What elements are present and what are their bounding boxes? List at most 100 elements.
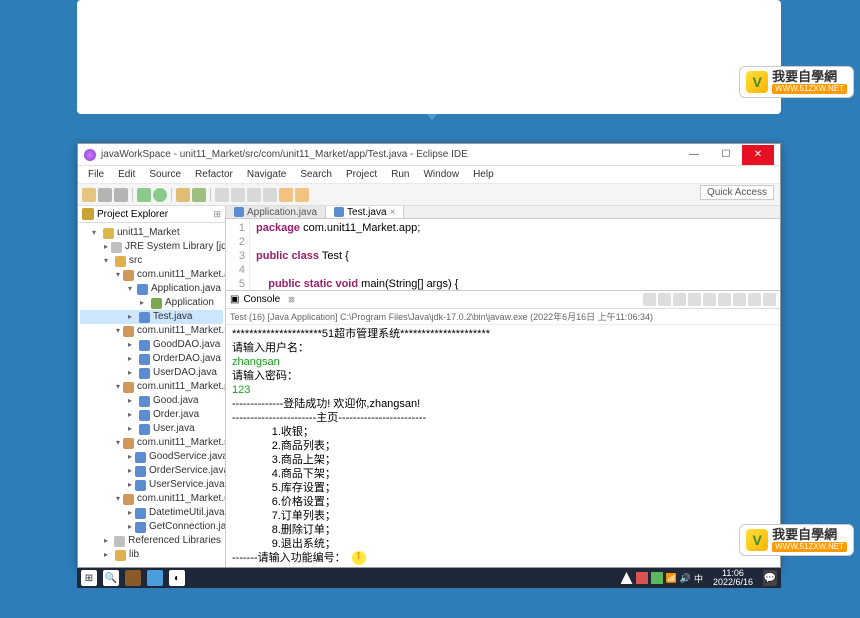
explorer-title: Project Explorer	[97, 209, 168, 220]
watermark-badge: V 我要自學網 WWW.51ZXW.NET	[739, 524, 854, 556]
tree-item[interactable]: ▾com.unit11_Market.util	[80, 492, 223, 506]
tab-application[interactable]: Application.java	[226, 206, 326, 218]
watermark-badge: V 我要自學網 WWW.51ZXW.NET	[739, 66, 854, 98]
taskbar-clock[interactable]: 11:06 2022/6/16	[709, 569, 757, 587]
tree-item[interactable]: ▾unit11_Market	[80, 226, 223, 240]
watermark-icon: V	[746, 529, 768, 551]
volume-icon[interactable]: 🔊	[680, 573, 691, 584]
menu-project[interactable]: Project	[340, 168, 383, 181]
window-title: javaWorkSpace - unit11_Market/src/com/un…	[101, 149, 678, 160]
remove-launch-icon[interactable]	[658, 293, 671, 306]
tree-item[interactable]: ▾src	[80, 254, 223, 268]
ime-icon[interactable]: 中	[694, 572, 703, 585]
open-console-icon[interactable]	[733, 293, 746, 306]
toolbar-icon[interactable]	[215, 188, 229, 202]
minimize-button[interactable]	[678, 145, 710, 165]
tree-item[interactable]: ▸GetConnection.java	[80, 520, 223, 534]
code-editor[interactable]: 12345 package com.unit11_Market.app; pub…	[226, 219, 780, 291]
save-all-icon[interactable]	[114, 188, 128, 202]
terminate-icon[interactable]	[643, 293, 656, 306]
tree-item[interactable]: ▾Application.java	[80, 282, 223, 296]
eclipse-window: javaWorkSpace - unit11_Market/src/com/un…	[77, 143, 781, 568]
wifi-icon[interactable]: 📶	[666, 573, 677, 584]
tree-item[interactable]: ▸GoodService.java	[80, 450, 223, 464]
console-output[interactable]: *********************51超市管理系统***********…	[226, 325, 780, 567]
tree-item[interactable]: ▸User.java	[80, 422, 223, 436]
toolbar-icon[interactable]	[247, 188, 261, 202]
console-run-info: Test (16) [Java Application] C:\Program …	[226, 309, 780, 325]
new-icon[interactable]	[82, 188, 96, 202]
close-button[interactable]	[742, 145, 774, 165]
menu-run[interactable]: Run	[385, 168, 415, 181]
console-view: ▣ Console ⊠ Test (16) [J	[226, 291, 780, 567]
quick-access[interactable]: Quick Access	[700, 185, 774, 200]
display-selected-icon[interactable]	[718, 293, 731, 306]
titlebar[interactable]: javaWorkSpace - unit11_Market/src/com/un…	[78, 144, 780, 166]
menu-search[interactable]: Search	[294, 168, 338, 181]
tree-item[interactable]: ▾com.unit11_Market.pojo	[80, 380, 223, 394]
close-tab-icon[interactable]: ×	[390, 207, 396, 218]
text-cursor-icon	[352, 551, 366, 565]
menu-edit[interactable]: Edit	[112, 168, 141, 181]
menu-help[interactable]: Help	[467, 168, 500, 181]
menu-refactor[interactable]: Refactor	[189, 168, 239, 181]
debug-icon[interactable]	[137, 188, 151, 202]
min-icon[interactable]	[748, 293, 761, 306]
back-icon[interactable]	[279, 188, 293, 202]
tree-item[interactable]: ▸Order.java	[80, 408, 223, 422]
tree-item[interactable]: ▾com.unit11_Market.app	[80, 268, 223, 282]
tree-item[interactable]: ▸Good.java	[80, 394, 223, 408]
menu-window[interactable]: Window	[417, 168, 465, 181]
tree-item[interactable]: ▸Application	[80, 296, 223, 310]
task-app-icon[interactable]	[125, 570, 141, 586]
console-title: Console	[243, 294, 280, 305]
start-button[interactable]: ⊞	[81, 570, 97, 586]
new-package-icon[interactable]	[176, 188, 190, 202]
tray-expand-icon[interactable]	[621, 572, 633, 584]
tree-item[interactable]: ▸DatetimeUtil.java	[80, 506, 223, 520]
tree-item[interactable]: ▸Test.java	[80, 310, 223, 324]
tree-item[interactable]: ▸GoodDAO.java	[80, 338, 223, 352]
watermark-icon: V	[746, 71, 768, 93]
eclipse-icon	[84, 149, 96, 161]
watermark-text: 我要自學網	[772, 70, 847, 83]
toolbar-icon[interactable]	[263, 188, 277, 202]
save-icon[interactable]	[98, 188, 112, 202]
view-tabs-icon[interactable]: ⊞	[213, 209, 221, 220]
view-close-icon[interactable]: ⊠	[288, 295, 295, 304]
browser-icon[interactable]	[147, 570, 163, 586]
tree-item[interactable]: ▸lib	[80, 548, 223, 562]
tree-item[interactable]: ▸UserService.java	[80, 478, 223, 492]
max-icon[interactable]	[763, 293, 776, 306]
new-class-icon[interactable]	[192, 188, 206, 202]
toolbar-icon[interactable]	[231, 188, 245, 202]
remove-all-icon[interactable]	[673, 293, 686, 306]
menu-file[interactable]: File	[82, 168, 110, 181]
maximize-button[interactable]	[710, 145, 742, 165]
tree-item[interactable]: ▸Referenced Libraries	[80, 534, 223, 548]
notification-icon[interactable]: 💬	[763, 570, 777, 586]
forward-icon[interactable]	[295, 188, 309, 202]
tree-item[interactable]: ▾com.unit11_Market.service	[80, 436, 223, 450]
code-body[interactable]: package com.unit11_Market.app; public cl…	[250, 219, 780, 290]
scroll-lock-icon[interactable]	[688, 293, 701, 306]
system-tray[interactable]: 📶 🔊 中	[621, 572, 703, 585]
java-file-icon	[234, 207, 244, 217]
tab-test[interactable]: Test.java ×	[326, 206, 404, 218]
tree-item[interactable]: ▸OrderDAO.java	[80, 352, 223, 366]
tray-icon[interactable]	[636, 572, 648, 584]
explorer-icon	[82, 208, 94, 220]
app-icon[interactable]: ◐	[169, 570, 185, 586]
tree-item[interactable]: ▸UserDAO.java	[80, 366, 223, 380]
tree-item[interactable]: ▾com.unit11_Market.DAO	[80, 324, 223, 338]
project-tree[interactable]: ▾unit11_Market▸JRE System Library [jdk-1…	[78, 223, 225, 567]
search-icon[interactable]: 🔍	[103, 570, 119, 586]
tray-icon[interactable]	[651, 572, 663, 584]
menu-source[interactable]: Source	[143, 168, 187, 181]
tree-item[interactable]: ▸JRE System Library [jdk-17.0.2]	[80, 240, 223, 254]
windows-taskbar[interactable]: ⊞ 🔍 ◐ 📶 🔊 中 11:06 2022/6/16 💬	[77, 568, 781, 588]
menu-navigate[interactable]: Navigate	[241, 168, 292, 181]
run-icon[interactable]	[153, 188, 167, 202]
pin-console-icon[interactable]	[703, 293, 716, 306]
tree-item[interactable]: ▸OrderService.java	[80, 464, 223, 478]
